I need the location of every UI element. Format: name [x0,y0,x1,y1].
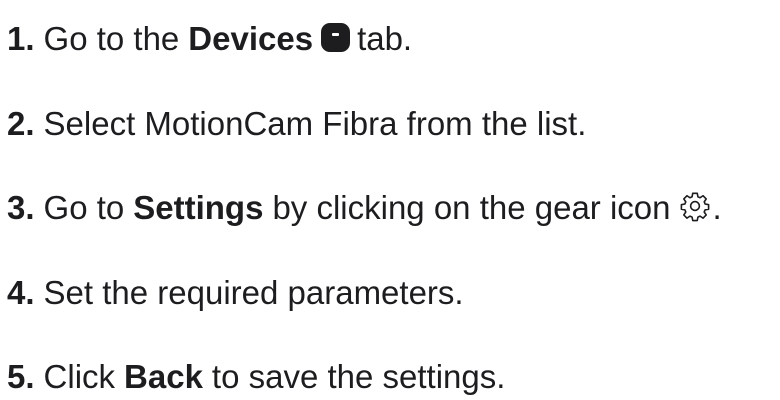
instruction-steps: 1. Go to the Devices tab. 2. Select Moti… [0,0,780,397]
step-number: 1. [7,20,35,57]
step-bold-term: Back [124,358,203,395]
step-text: . [712,189,722,226]
step-text: Set the required parameters. [43,274,464,311]
step-3: 3. Go to Settings by clicking on the gea… [7,185,722,231]
step-text: Go to [43,189,125,226]
step-text: to save the settings. [211,358,506,395]
gear-icon [680,192,709,222]
step-number: 2. [7,105,35,142]
step-number: 5. [7,358,35,395]
step-4: 4. Set the required parameters. [7,270,464,316]
step-text: by clicking on the gear icon [272,189,671,226]
devices-icon [321,22,351,52]
step-text: Go to the [43,20,180,57]
step-bold-term: Devices [188,20,314,57]
step-2: 2. Select MotionCam Fibra from the list. [7,101,586,147]
step-1: 1. Go to the Devices tab. [7,16,412,62]
step-number: 4. [7,274,35,311]
step-text: Click [43,358,116,395]
step-bold-term: Settings [133,189,264,226]
step-text: tab. [357,20,413,57]
step-5: 5. Click Back to save the settings. [7,354,505,400]
step-text: Select MotionCam Fibra from the list. [43,105,587,142]
step-number: 3. [7,189,35,226]
